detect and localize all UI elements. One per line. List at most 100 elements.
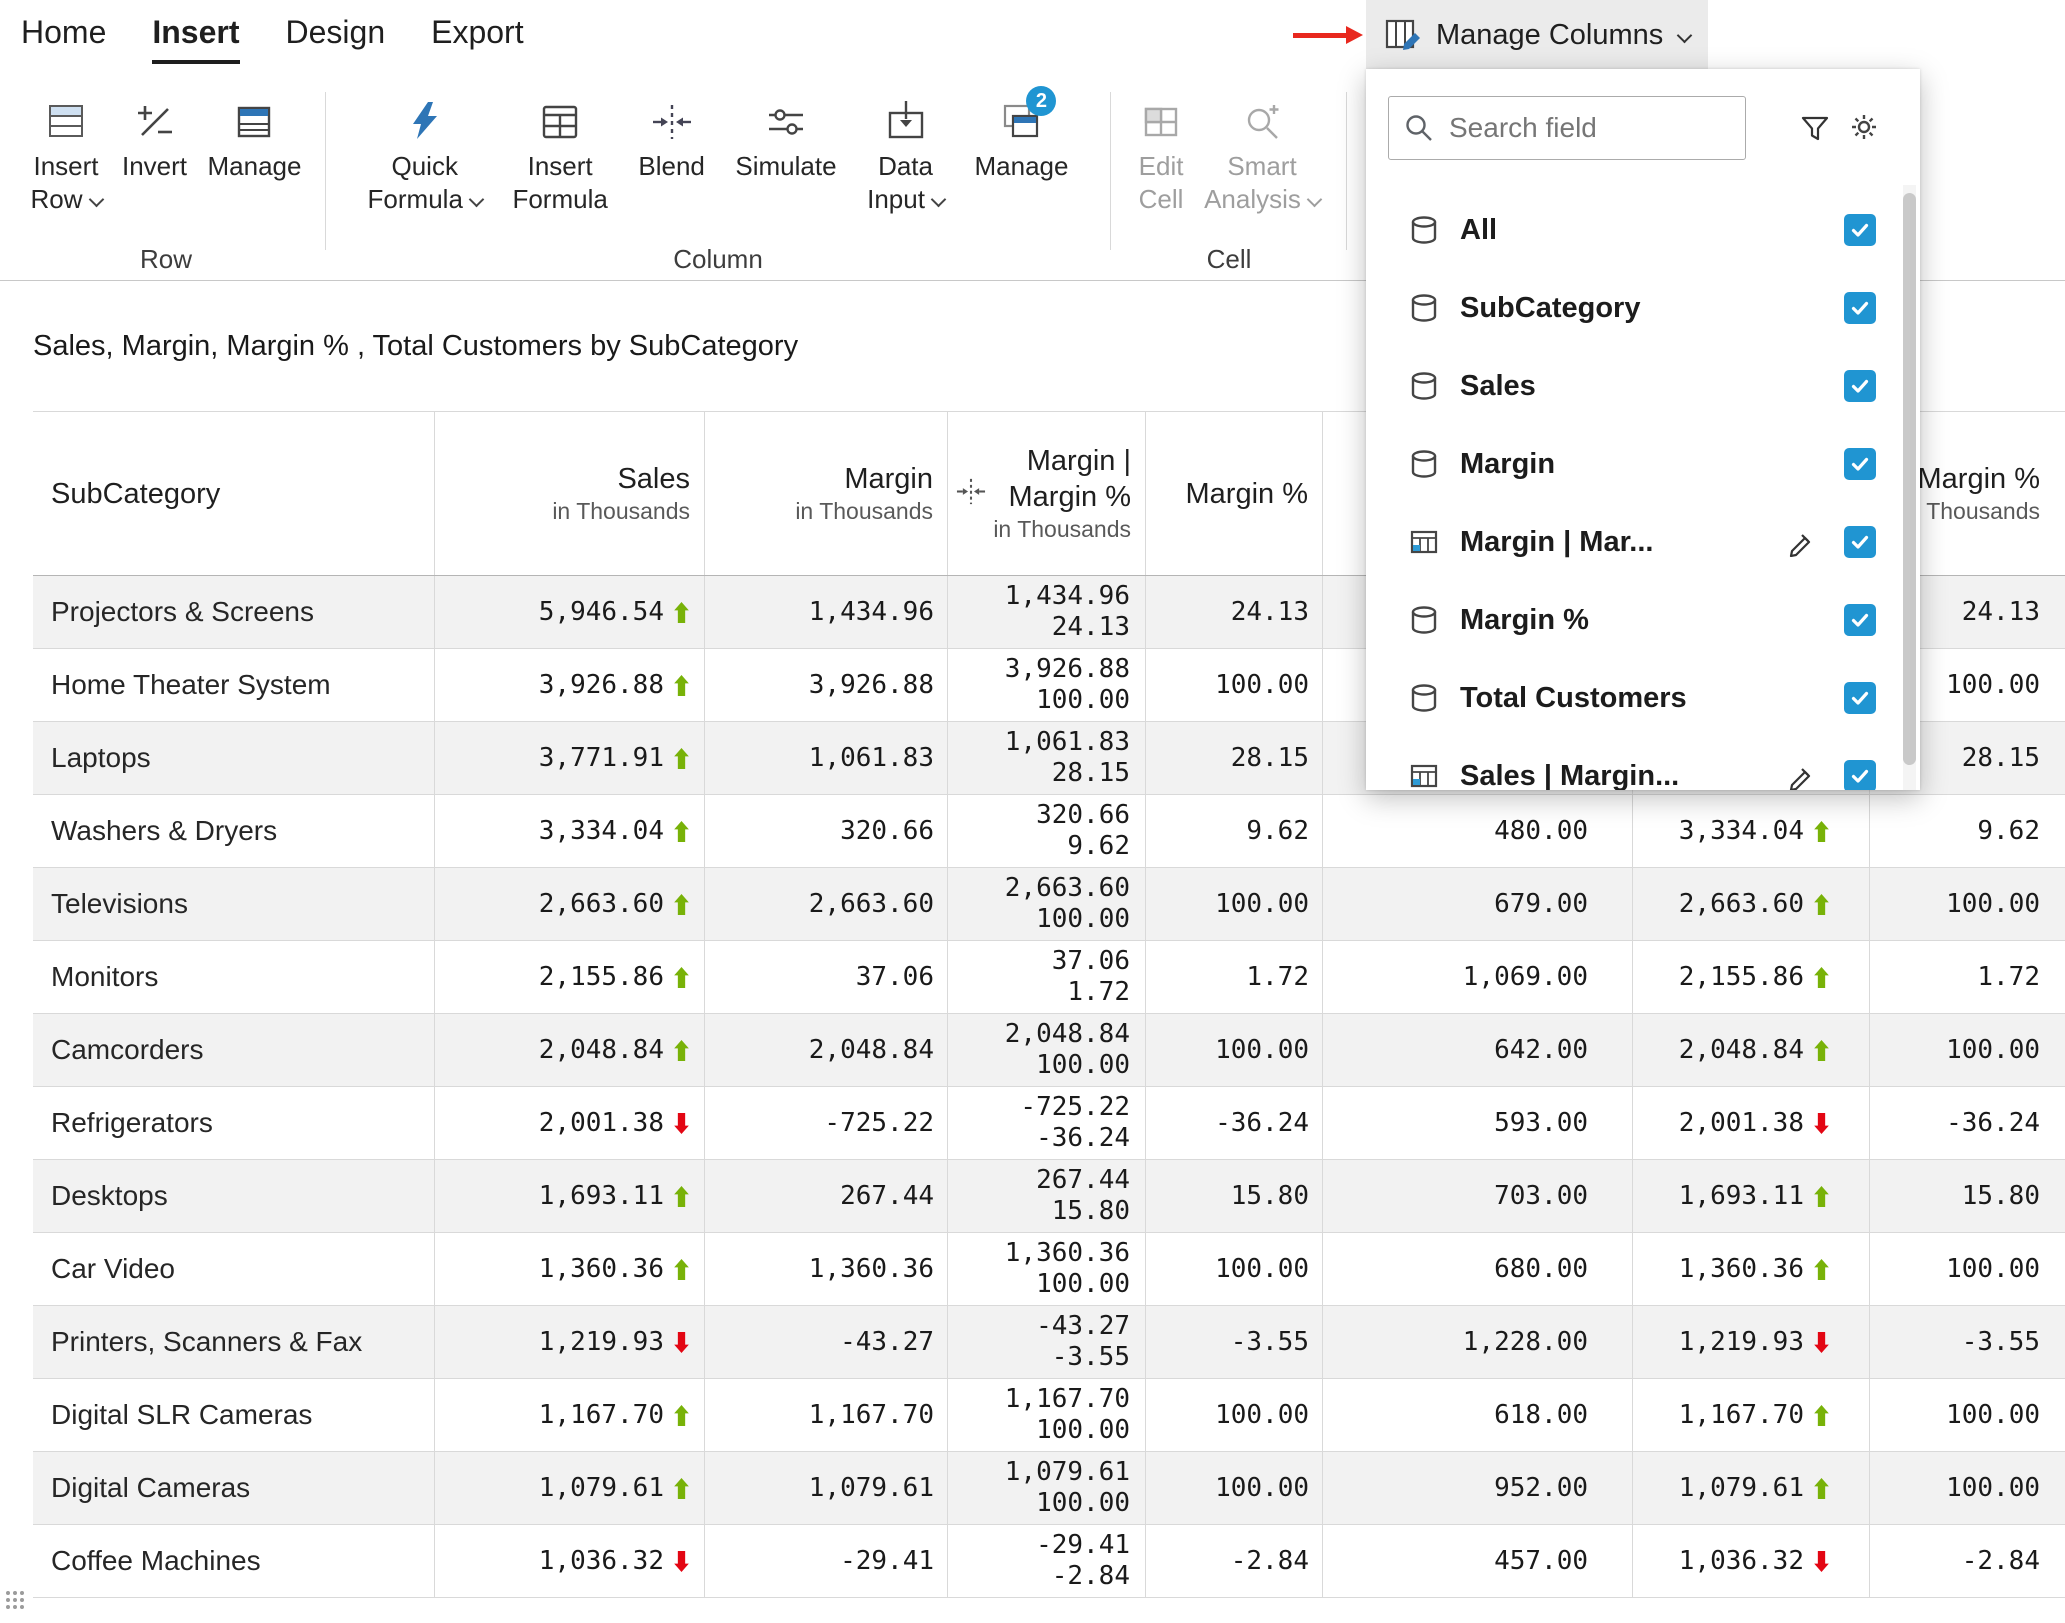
cell-margin-pct[interactable]: 100.00 [1146,1014,1323,1086]
cell-sales-2[interactable]: 2,048.84 [1633,1014,1870,1086]
cell-margin[interactable]: 1,434.96 [705,576,948,648]
cell-margin-blend[interactable]: 320.669.62 [948,795,1146,867]
data-input-button[interactable]: Data Input [867,86,944,216]
cell-margin-pct[interactable]: 24.13 [1146,576,1323,648]
cell-sales-2[interactable]: 1,079.61 [1633,1452,1870,1524]
cell-margin-pct[interactable]: 15.80 [1146,1160,1323,1232]
cell-sales[interactable]: 3,771.91 [435,722,705,794]
cell-subcategory[interactable]: Desktops [33,1160,435,1232]
table-row[interactable]: Digital SLR Cameras 1,167.70 1,167.70 1,… [33,1379,2065,1452]
cell-total-customers[interactable]: 457.00 [1323,1525,1633,1597]
cell-sales[interactable]: 5,946.54 [435,576,705,648]
table-row[interactable]: Televisions 2,663.60 2,663.60 2,663.6010… [33,868,2065,941]
cell-sales[interactable]: 2,155.86 [435,941,705,1013]
cell-margin-pct-2[interactable]: 9.62 [1870,795,2065,867]
cell-sales-2[interactable]: 2,001.38 [1633,1087,1870,1159]
cell-margin-pct-2[interactable]: 1.72 [1870,941,2065,1013]
edit-pencil-icon[interactable] [1786,527,1816,557]
cell-margin[interactable]: 1,167.70 [705,1379,948,1451]
cell-subcategory[interactable]: Printers, Scanners & Fax [33,1306,435,1378]
cell-margin-pct[interactable]: 9.62 [1146,795,1323,867]
cell-margin-pct[interactable]: 100.00 [1146,649,1323,721]
invert-button[interactable]: Invert [122,86,187,183]
cell-margin-pct-2[interactable]: 100.00 [1870,1379,2065,1451]
cell-margin[interactable]: 3,926.88 [705,649,948,721]
cell-margin-pct[interactable]: -2.84 [1146,1525,1323,1597]
field-item-subcategory[interactable]: SubCategory [1366,269,1920,347]
cell-margin-blend[interactable]: 2,048.84100.00 [948,1014,1146,1086]
cell-margin-blend[interactable]: -725.22-36.24 [948,1087,1146,1159]
table-row[interactable]: Printers, Scanners & Fax 1,219.93 -43.27… [33,1306,2065,1379]
cell-sales-2[interactable]: 1,219.93 [1633,1306,1870,1378]
cell-total-customers[interactable]: 593.00 [1323,1087,1633,1159]
cell-sales[interactable]: 1,219.93 [435,1306,705,1378]
cell-margin-pct-2[interactable]: 100.00 [1870,1452,2065,1524]
cell-sales-2[interactable]: 1,693.11 [1633,1160,1870,1232]
cell-margin-pct[interactable]: 28.15 [1146,722,1323,794]
cell-margin[interactable]: 1,061.83 [705,722,948,794]
column-header-subcategory[interactable]: SubCategory [33,412,435,575]
cell-subcategory[interactable]: Car Video [33,1233,435,1305]
cell-margin-blend[interactable]: -43.27-3.55 [948,1306,1146,1378]
cell-margin-blend[interactable]: 1,061.8328.15 [948,722,1146,794]
table-row[interactable]: Car Video 1,360.36 1,360.36 1,360.36100.… [33,1233,2065,1306]
column-header-margin[interactable]: Margin in Thousands [705,412,948,575]
manage-row-button[interactable]: Manage [208,86,302,183]
field-checkbox[interactable] [1844,604,1876,636]
cell-total-customers[interactable]: 680.00 [1323,1233,1633,1305]
cell-margin-pct[interactable]: 100.00 [1146,1452,1323,1524]
table-row[interactable]: Digital Cameras 1,079.61 1,079.61 1,079.… [33,1452,2065,1525]
table-row[interactable]: Camcorders 2,048.84 2,048.84 2,048.84100… [33,1014,2065,1087]
cell-margin[interactable]: 1,360.36 [705,1233,948,1305]
cell-sales[interactable]: 1,036.32 [435,1525,705,1597]
field-item-total-customers[interactable]: Total Customers [1366,659,1920,737]
cell-total-customers[interactable]: 679.00 [1323,868,1633,940]
field-item-sales[interactable]: Sales [1366,347,1920,425]
field-item-margin-mar[interactable]: Margin | Mar... [1366,503,1920,581]
cell-total-customers[interactable]: 642.00 [1323,1014,1633,1086]
filter-icon[interactable] [1798,111,1832,145]
cell-subcategory[interactable]: Digital Cameras [33,1452,435,1524]
cell-margin-pct[interactable]: 100.00 [1146,1233,1323,1305]
field-checkbox[interactable] [1844,370,1876,402]
smart-analysis-button[interactable]: Smart Analysis [1204,86,1320,216]
cell-sales[interactable]: 3,334.04 [435,795,705,867]
cell-subcategory[interactable]: Televisions [33,868,435,940]
field-checkbox[interactable] [1844,682,1876,714]
tab-export[interactable]: Export [431,14,523,64]
cell-total-customers[interactable]: 703.00 [1323,1160,1633,1232]
cell-margin-pct[interactable]: -36.24 [1146,1087,1323,1159]
field-item-margin[interactable]: Margin % [1366,581,1920,659]
cell-subcategory[interactable]: Digital SLR Cameras [33,1379,435,1451]
insert-formula-button[interactable]: Insert Formula [512,86,607,216]
cell-sales[interactable]: 2,663.60 [435,868,705,940]
field-checkbox[interactable] [1844,526,1876,558]
edit-cell-button[interactable]: Edit Cell [1138,86,1184,216]
field-item-sales-margin[interactable]: Sales | Margin... [1366,737,1920,790]
cell-sales[interactable]: 3,926.88 [435,649,705,721]
cell-subcategory[interactable]: Coffee Machines [33,1525,435,1597]
cell-subcategory[interactable]: Washers & Dryers [33,795,435,867]
tab-home[interactable]: Home [21,14,106,64]
field-checkbox[interactable] [1844,214,1876,246]
edit-pencil-icon[interactable] [1786,761,1816,790]
drag-grip-icon[interactable] [3,1588,27,1612]
field-item-margin[interactable]: Margin [1366,425,1920,503]
tab-insert[interactable]: Insert [152,14,239,64]
table-row[interactable]: Coffee Machines 1,036.32 -29.41 -29.41-2… [33,1525,2065,1598]
cell-subcategory[interactable]: Monitors [33,941,435,1013]
cell-margin-blend[interactable]: 267.4415.80 [948,1160,1146,1232]
unblend-icon[interactable] [954,474,988,513]
cell-margin[interactable]: 1,079.61 [705,1452,948,1524]
cell-margin-pct-2[interactable]: -3.55 [1870,1306,2065,1378]
cell-margin-pct-2[interactable]: 15.80 [1870,1160,2065,1232]
cell-margin[interactable]: -725.22 [705,1087,948,1159]
gear-icon[interactable] [1846,109,1882,145]
cell-margin-pct[interactable]: 100.00 [1146,868,1323,940]
cell-margin-pct[interactable]: -3.55 [1146,1306,1323,1378]
cell-margin-pct-2[interactable]: -36.24 [1870,1087,2065,1159]
cell-sales-2[interactable]: 1,360.36 [1633,1233,1870,1305]
cell-sales[interactable]: 2,048.84 [435,1014,705,1086]
cell-margin-pct[interactable]: 1.72 [1146,941,1323,1013]
cell-total-customers[interactable]: 480.00 [1323,795,1633,867]
